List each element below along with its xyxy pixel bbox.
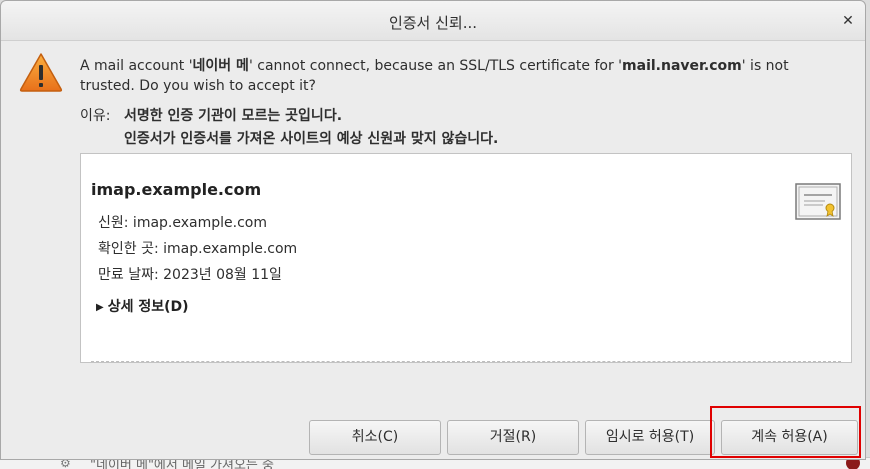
accept-permanently-button[interactable]: 계속 허용(A) bbox=[721, 420, 858, 455]
reason-text: 서명한 인증 기관이 모르는 곳입니다. 인증서가 인증서를 가져온 사이트의 … bbox=[124, 105, 498, 151]
certificate-icon bbox=[795, 183, 841, 220]
close-icon: ✕ bbox=[842, 13, 854, 29]
reason-line-2: 인증서가 인증서를 가져온 사이트의 예상 신원과 맞지 않습니다. bbox=[124, 131, 499, 147]
panel-separator bbox=[91, 361, 841, 362]
message-text-1: A mail account ' bbox=[80, 58, 193, 74]
server-name: mail.naver.com bbox=[622, 58, 742, 74]
screen: ⚙ "네이버 메"에서 메일 가져오는 중 인증서 신뢰... ✕ A mail… bbox=[0, 0, 870, 469]
certificate-verified-by: 확인한 곳: imap.example.com bbox=[98, 241, 298, 257]
certificate-identity: 신원: imap.example.com bbox=[98, 215, 267, 231]
message-text-2: ' cannot connect, because an SSL/TLS cer… bbox=[248, 58, 623, 74]
account-name: 네이버 메 bbox=[192, 58, 249, 74]
warning-icon bbox=[19, 53, 63, 92]
dialog-titlebar[interactable]: 인증서 신뢰... ✕ bbox=[1, 1, 865, 41]
reject-button[interactable]: 거절(R) bbox=[447, 420, 579, 455]
details-label: 상세 정보(D) bbox=[107, 299, 189, 315]
reason-line-1: 서명한 인증 기관이 모르는 곳입니다. bbox=[124, 108, 343, 124]
reason-label: 이유: bbox=[80, 108, 111, 124]
certificate-host: imap.example.com bbox=[91, 180, 262, 199]
details-expander[interactable]: ▶ 상세 정보(D) bbox=[96, 296, 189, 316]
trust-message: A mail account '네이버 메' cannot connect, b… bbox=[80, 56, 840, 96]
certificate-trust-dialog: 인증서 신뢰... ✕ A mail account '네이버 메' canno… bbox=[0, 0, 866, 460]
certificate-expiry: 만료 날짜: 2023년 08월 11일 bbox=[98, 267, 282, 283]
expander-arrow-icon: ▶ bbox=[96, 302, 104, 313]
dialog-title: 인증서 신뢰... bbox=[388, 14, 478, 32]
cancel-button[interactable]: 취소(C) bbox=[309, 420, 441, 455]
close-button[interactable]: ✕ bbox=[839, 12, 857, 30]
accept-temporarily-button[interactable]: 임시로 허용(T) bbox=[585, 420, 715, 455]
certificate-panel: imap.example.com 신원: imap.example.com 확인… bbox=[80, 153, 852, 363]
